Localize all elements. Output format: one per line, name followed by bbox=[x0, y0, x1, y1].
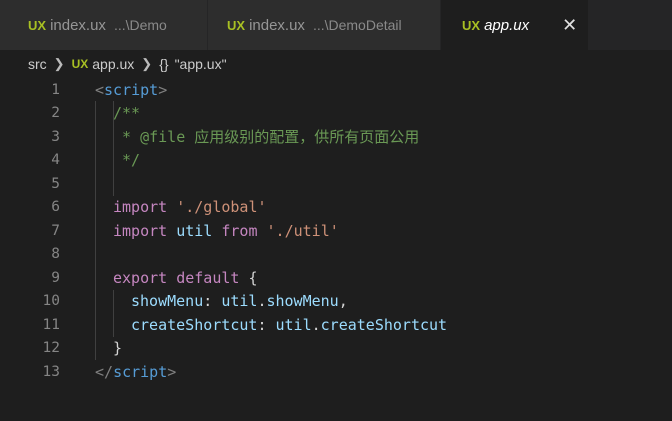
tab-app-ux[interactable]: UX app.ux ✕ bbox=[441, 0, 589, 50]
close-icon[interactable]: ✕ bbox=[562, 16, 577, 34]
chevron-right-icon: ❯ bbox=[53, 56, 65, 71]
colon: : bbox=[257, 315, 276, 334]
line-number: 3 bbox=[51, 128, 60, 145]
code-line: 3 * @file 应用级别的配置，供所有页面公用 bbox=[0, 125, 672, 149]
line-number: 6 bbox=[51, 199, 60, 216]
colon: : bbox=[203, 292, 222, 311]
line-number: 5 bbox=[51, 175, 60, 192]
breadcrumb-folder[interactable]: src bbox=[28, 56, 47, 72]
ux-file-icon: UX bbox=[71, 57, 89, 71]
ux-file-icon: UX bbox=[227, 17, 246, 33]
identifier: util bbox=[221, 292, 258, 311]
breadcrumb-file[interactable]: app.ux bbox=[92, 56, 134, 72]
tab-path: ...\Demo bbox=[113, 17, 167, 33]
line-number: 8 bbox=[51, 246, 60, 263]
line-number: 10 bbox=[42, 293, 60, 310]
line-number: 2 bbox=[51, 105, 60, 122]
line-number: 4 bbox=[51, 152, 60, 169]
keyword: from bbox=[221, 221, 258, 240]
tab-label: index.ux bbox=[50, 16, 106, 34]
breadcrumb: src ❯ UX app.ux ❯ {} "app.ux" bbox=[0, 50, 672, 78]
code-line: 2 /** bbox=[0, 102, 672, 126]
code-line: 1 <script> bbox=[0, 78, 672, 102]
ux-file-icon: UX bbox=[28, 17, 47, 33]
string: './util' bbox=[266, 221, 339, 240]
member: createShortcut bbox=[320, 315, 448, 334]
keyword: import bbox=[113, 198, 168, 217]
tab-label: index.ux bbox=[249, 16, 305, 34]
line-number: 12 bbox=[42, 340, 60, 357]
breadcrumb-symbol[interactable]: "app.ux" bbox=[175, 56, 227, 72]
comma: , bbox=[338, 292, 348, 311]
keyword: export default bbox=[113, 268, 240, 287]
line-number: 13 bbox=[42, 363, 60, 380]
tag-name: script bbox=[104, 80, 159, 99]
dot: . bbox=[311, 315, 321, 334]
chevron-right-icon: ❯ bbox=[141, 56, 153, 71]
line-number: 11 bbox=[42, 316, 60, 333]
code-line: 5 bbox=[0, 172, 672, 196]
comment: /** bbox=[113, 104, 141, 123]
code-line: 6 import './global' bbox=[0, 196, 672, 220]
tag-bracket: > bbox=[158, 80, 168, 99]
string: './global' bbox=[176, 198, 267, 217]
tag-bracket: </ bbox=[95, 362, 114, 381]
identifier: util bbox=[275, 315, 312, 334]
brace: { bbox=[248, 268, 258, 287]
brace: } bbox=[113, 339, 123, 358]
tag-bracket: > bbox=[167, 362, 177, 381]
symbol-braces-icon: {} bbox=[159, 56, 169, 72]
line-number: 9 bbox=[51, 269, 60, 286]
code-line: 9 export default { bbox=[0, 266, 672, 290]
ux-file-icon: UX bbox=[462, 17, 481, 33]
tag-name: script bbox=[113, 362, 168, 381]
tab-index-demodetail[interactable]: UX index.ux ...\DemoDetail bbox=[208, 0, 441, 50]
identifier: util bbox=[176, 221, 213, 240]
code-line: 13 </script> bbox=[0, 360, 672, 384]
code-line: 10 showMenu: util.showMenu, bbox=[0, 290, 672, 314]
line-number: 7 bbox=[51, 222, 60, 239]
comment: */ bbox=[113, 151, 141, 170]
tab-index-demo[interactable]: UX index.ux ...\Demo bbox=[0, 0, 208, 50]
property: createShortcut bbox=[131, 315, 258, 334]
code-editor[interactable]: 1 <script> 2 /** 3 * @file 应用级别的配置，供所有页面… bbox=[0, 78, 672, 421]
tab-path: ...\DemoDetail bbox=[312, 17, 402, 33]
property: showMenu bbox=[131, 292, 204, 311]
code-line: 4 */ bbox=[0, 149, 672, 173]
editor-tab-bar: UX index.ux ...\Demo UX index.ux ...\Dem… bbox=[0, 0, 672, 50]
keyword: import bbox=[113, 221, 168, 240]
code-line: 11 createShortcut: util.createShortcut bbox=[0, 313, 672, 337]
member: showMenu bbox=[266, 292, 339, 311]
code-line: 7 import util from './util' bbox=[0, 219, 672, 243]
comment: * @file 应用级别的配置，供所有页面公用 bbox=[113, 128, 420, 147]
code-line: 8 bbox=[0, 243, 672, 267]
tag-bracket: < bbox=[95, 80, 105, 99]
line-number: 1 bbox=[51, 81, 60, 98]
code-line: 12 } bbox=[0, 337, 672, 361]
tab-label: app.ux bbox=[484, 16, 530, 34]
